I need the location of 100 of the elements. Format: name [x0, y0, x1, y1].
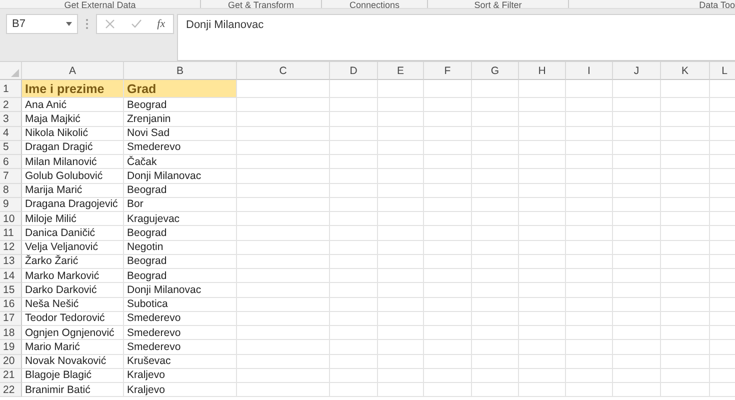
empty-cell[interactable] — [378, 198, 424, 212]
empty-cell[interactable] — [519, 240, 566, 255]
empty-cell[interactable] — [661, 254, 710, 269]
empty-cell[interactable] — [566, 383, 613, 398]
empty-cell[interactable] — [661, 184, 710, 198]
column-header[interactable]: C — [237, 62, 330, 80]
empty-cell[interactable] — [519, 80, 566, 98]
empty-cell[interactable] — [330, 312, 378, 326]
empty-cell[interactable] — [330, 298, 378, 312]
empty-cell[interactable] — [330, 126, 378, 141]
empty-cell[interactable] — [237, 340, 330, 354]
column-header[interactable]: G — [472, 62, 519, 80]
empty-cell[interactable] — [661, 126, 710, 141]
empty-cell[interactable] — [424, 126, 472, 141]
empty-cell[interactable] — [566, 326, 613, 340]
empty-cell[interactable] — [661, 240, 710, 255]
empty-cell[interactable] — [378, 240, 424, 255]
empty-cell[interactable] — [472, 140, 519, 155]
empty-cell[interactable] — [237, 254, 330, 269]
empty-cell[interactable] — [613, 198, 661, 212]
row-header[interactable]: 10 — [0, 212, 22, 226]
empty-cell[interactable] — [237, 368, 330, 383]
row-header[interactable]: 9 — [0, 198, 22, 212]
empty-cell[interactable] — [237, 240, 330, 255]
empty-cell[interactable] — [237, 383, 330, 398]
empty-cell[interactable] — [424, 98, 472, 112]
empty-cell[interactable] — [472, 383, 519, 398]
empty-cell[interactable] — [613, 212, 661, 226]
row-header[interactable]: 15 — [0, 283, 22, 298]
empty-cell[interactable] — [330, 240, 378, 255]
empty-cell[interactable] — [424, 212, 472, 226]
column-header[interactable]: K — [661, 62, 710, 80]
empty-cell[interactable] — [237, 354, 330, 369]
empty-cell[interactable] — [330, 226, 378, 240]
empty-cell[interactable] — [472, 368, 519, 383]
empty-cell[interactable] — [519, 340, 566, 354]
empty-cell[interactable] — [378, 140, 424, 155]
empty-cell[interactable] — [519, 368, 566, 383]
empty-cell[interactable] — [613, 240, 661, 255]
empty-cell[interactable] — [378, 226, 424, 240]
empty-cell[interactable] — [472, 184, 519, 198]
empty-cell[interactable] — [424, 169, 472, 184]
empty-cell[interactable] — [519, 283, 566, 298]
row-header[interactable]: 20 — [0, 354, 22, 369]
empty-cell[interactable] — [378, 80, 424, 98]
empty-cell[interactable] — [613, 155, 661, 170]
empty-cell[interactable] — [472, 198, 519, 212]
empty-cell[interactable] — [424, 283, 472, 298]
row-header[interactable]: 6 — [0, 155, 22, 170]
empty-cell[interactable] — [237, 140, 330, 155]
empty-cell[interactable] — [378, 169, 424, 184]
empty-cell[interactable] — [330, 140, 378, 155]
row-header[interactable]: 5 — [0, 140, 22, 155]
empty-cell[interactable] — [566, 184, 613, 198]
empty-cell[interactable] — [566, 98, 613, 112]
empty-cell[interactable] — [613, 340, 661, 354]
row-header[interactable]: 11 — [0, 226, 22, 240]
empty-cell[interactable] — [237, 126, 330, 141]
empty-cell[interactable] — [566, 226, 613, 240]
empty-cell[interactable] — [661, 212, 710, 226]
empty-cell[interactable] — [330, 254, 378, 269]
empty-cell[interactable] — [472, 312, 519, 326]
empty-cell[interactable] — [566, 198, 613, 212]
empty-cell[interactable] — [424, 240, 472, 255]
empty-cell[interactable] — [566, 283, 613, 298]
empty-cell[interactable] — [424, 312, 472, 326]
empty-cell[interactable] — [613, 368, 661, 383]
empty-cell[interactable] — [566, 340, 613, 354]
empty-cell[interactable] — [472, 126, 519, 141]
empty-cell[interactable] — [661, 80, 710, 98]
empty-cell[interactable] — [330, 326, 378, 340]
empty-cell[interactable] — [424, 383, 472, 398]
empty-cell[interactable] — [566, 155, 613, 170]
row-header[interactable]: 1 — [0, 80, 22, 98]
empty-cell[interactable] — [519, 226, 566, 240]
empty-cell[interactable] — [330, 169, 378, 184]
empty-cell[interactable] — [424, 140, 472, 155]
empty-cell[interactable] — [519, 112, 566, 126]
row-header[interactable]: 17 — [0, 312, 22, 326]
empty-cell[interactable] — [424, 155, 472, 170]
empty-cell[interactable] — [566, 112, 613, 126]
empty-cell[interactable] — [330, 368, 378, 383]
empty-cell[interactable] — [472, 155, 519, 170]
empty-cell[interactable] — [237, 312, 330, 326]
empty-cell[interactable] — [661, 312, 710, 326]
empty-cell[interactable] — [613, 283, 661, 298]
empty-cell[interactable] — [519, 212, 566, 226]
insert-function-button[interactable]: fx — [157, 18, 166, 30]
empty-cell[interactable] — [613, 226, 661, 240]
empty-cell[interactable] — [566, 240, 613, 255]
empty-cell[interactable] — [330, 383, 378, 398]
empty-cell[interactable] — [472, 269, 519, 284]
empty-cell[interactable] — [472, 212, 519, 226]
row-header[interactable]: 12 — [0, 240, 22, 255]
row-header[interactable]: 7 — [0, 169, 22, 184]
empty-cell[interactable] — [424, 198, 472, 212]
empty-cell[interactable] — [613, 126, 661, 141]
empty-cell[interactable] — [237, 198, 330, 212]
empty-cell[interactable] — [566, 169, 613, 184]
empty-cell[interactable] — [472, 298, 519, 312]
